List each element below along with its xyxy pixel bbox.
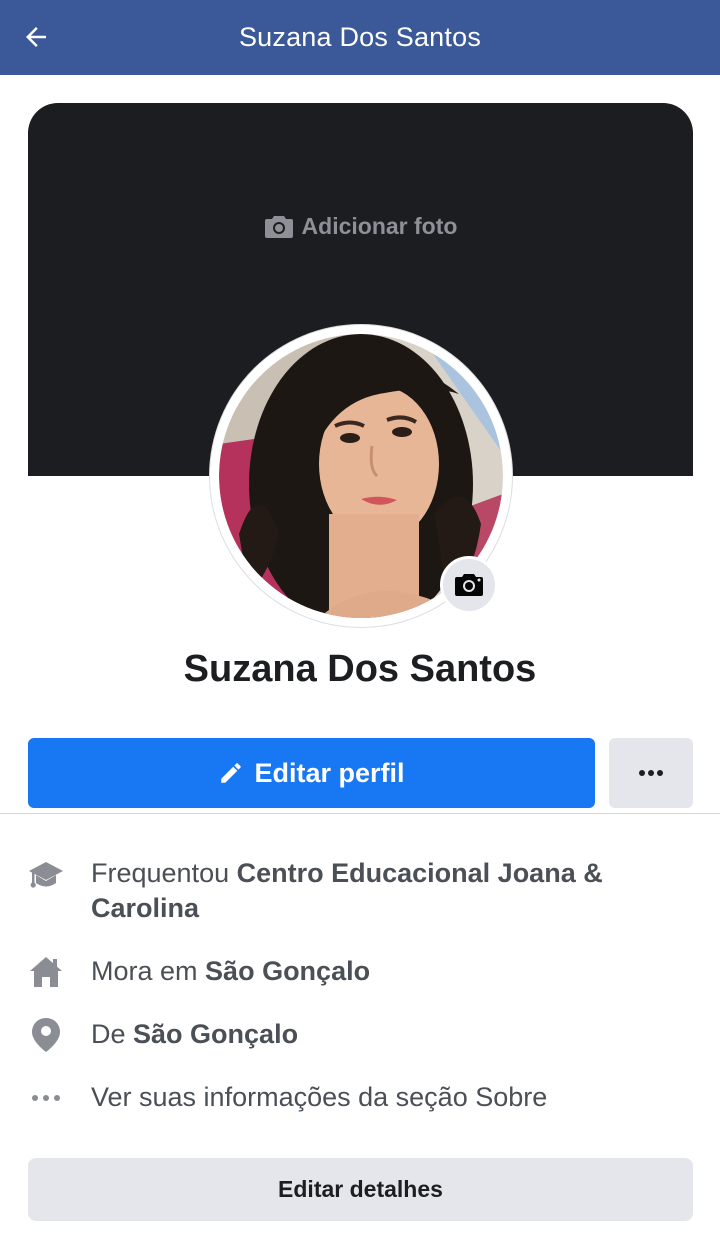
add-photo-label: Adicionar foto [301,213,458,239]
section-divider [0,813,720,814]
info-from-text: De São Gonçalo [91,1017,680,1052]
camera-icon [455,574,483,596]
edit-details-button[interactable]: Editar detalhes [28,1158,693,1221]
info-from-value: São Gonçalo [133,1019,299,1049]
see-about-info-text: Ver suas informações da seção Sobre [91,1082,548,1112]
info-school-text: Frequentou Centro Educacional Joana & Ca… [91,856,680,926]
info-lives-text: Mora em São Gonçalo [91,954,680,989]
location-pin-icon [26,1015,66,1055]
more-dots-icon [639,770,663,776]
info-lives-value: São Gonçalo [205,956,371,986]
edit-profile-label: Editar perfil [254,757,405,788]
graduation-cap-icon [26,856,66,896]
camera-icon [264,215,293,238]
more-options-button[interactable] [609,738,693,808]
info-from-prefix: De [91,1019,126,1049]
more-dots-icon [26,1078,66,1118]
pencil-icon [221,763,242,783]
home-icon [26,952,66,992]
page-title: Suzana Dos Santos [238,22,482,52]
info-school-prefix: Frequentou [91,858,230,888]
top-app-bar: Suzana Dos Santos [0,0,720,75]
profile-name: Suzana Dos Santos [183,648,537,690]
info-lives-prefix: Mora em [91,956,198,986]
change-profile-picture-button[interactable] [440,556,498,614]
add-cover-photo-button[interactable]: Adicionar foto [28,213,693,240]
edit-profile-button[interactable]: Editar perfil [28,738,595,808]
